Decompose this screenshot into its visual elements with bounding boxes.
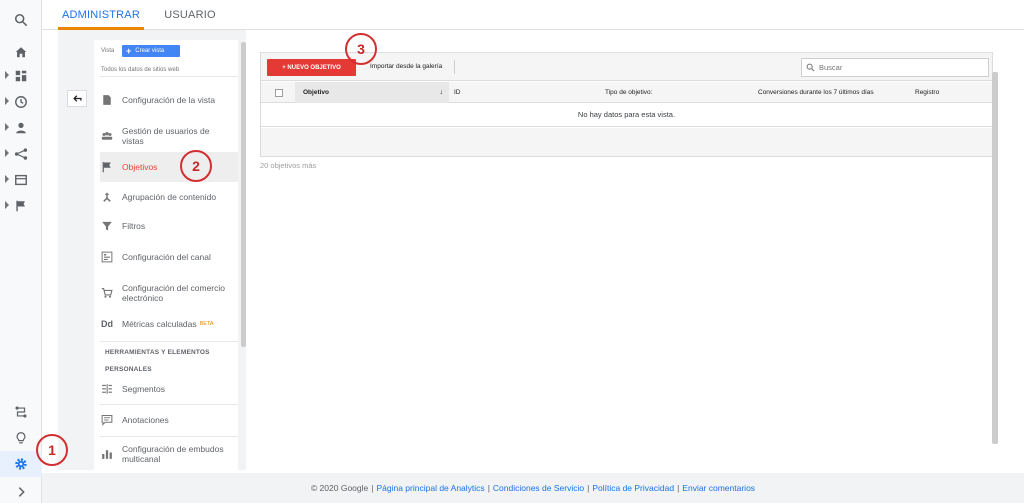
tab-administrar[interactable]: ADMINISTRAR [58,0,144,30]
import-from-gallery-link[interactable]: Importar desde la galería [370,63,442,70]
create-view-button[interactable]: + Crear vista [122,45,180,57]
conversions-icon[interactable] [0,194,42,218]
footer-copyright: © 2020 Google [310,483,369,493]
new-goal-button[interactable]: + NUEVO OBJETIVO [267,59,356,76]
search-icon [806,63,815,72]
section-heading-tools: HERRAMIENTAS Y ELEMENTOS [105,349,210,356]
realtime-icon[interactable] [0,90,42,114]
menu-divider [100,76,238,77]
toolbar-separator [454,60,455,74]
behavior-icon[interactable] [0,168,42,192]
menu-item-ecommerce-settings[interactable]: Configuración del comercio electrónico [100,278,238,308]
filter-icon [100,219,114,233]
channel-icon [100,250,114,264]
select-all-checkbox[interactable] [275,82,283,103]
cart-icon [100,286,114,300]
admin-gear-icon[interactable] [0,451,42,477]
table-footer [261,128,992,156]
menu-item-channel-settings[interactable]: Configuración del canal [100,243,238,271]
search-input[interactable] [819,63,979,72]
menu-item-label: Agrupación de contenido [122,192,217,202]
footer-link-analytics-home[interactable]: Página principal de Analytics [376,483,484,493]
merge-icon [100,190,114,204]
beta-badge: BETA [199,321,214,327]
expand-icon[interactable] [0,480,42,503]
menu-scrollbar[interactable] [241,42,246,347]
column-registro[interactable]: Registro [915,82,939,103]
annotation-icon [100,413,114,427]
search-box [801,58,989,77]
table-header: Objetivo ↓ ID Tipo de objetivo: Conversi… [261,82,992,103]
column-goal-type[interactable]: Tipo de objetivo: [605,82,652,103]
menu-divider [100,341,238,342]
admin-tabs: ADMINISTRAR USUARIO [42,0,1024,30]
menu-item-calculated-metrics[interactable]: Dd Métricas calculadas BETA [100,312,238,336]
section-heading-tools-2: PERSONALES [105,366,152,373]
menu-item-user-management[interactable]: Gestión de usuarios de vistas [100,120,238,152]
customization-icon[interactable] [0,64,42,88]
menu-item-label: Métricas calculadas [122,319,197,329]
menu-item-label: Gestión de usuarios de vistas [122,126,210,146]
users-icon [100,129,114,143]
audience-icon[interactable] [0,116,42,140]
menu-item-goals[interactable]: Objetivos [100,152,238,182]
footer-link-feedback[interactable]: Enviar comentarios [682,483,755,493]
column-conversions[interactable]: Conversiones durante los 7 últimos días [758,82,874,103]
create-view-label: Crear vista [135,48,165,54]
annotation-badge-1: 1 [36,434,68,466]
plus-icon: + [126,45,132,56]
search-icon[interactable] [0,8,42,32]
menu-item-label: Filtros [122,221,146,231]
footer-link-privacy[interactable]: Política de Privacidad [592,483,674,493]
menu-item-annotations[interactable]: Anotaciones [100,408,238,432]
menu-item-label: Configuración de la vista [122,95,216,105]
menu-item-label: Segmentos [122,384,165,394]
annotation-badge-3: 3 [345,33,377,65]
bar-chart-icon [100,447,114,461]
column-id[interactable]: ID [454,82,461,103]
menu-item-multichannel-funnels[interactable]: Configuración de embudos multicanal [100,439,238,469]
goals-table-panel: + NUEVO OBJETIVO Importar desde la galer… [260,52,993,157]
menu-item-label: Objetivos [122,162,158,172]
page-footer: © 2020 Google | Página principal de Analy… [42,473,1024,503]
left-nav-rail [0,0,42,503]
document-icon [100,93,114,107]
main-scrollbar[interactable] [992,72,998,444]
segments-icon [100,382,114,396]
view-selector-value[interactable]: Todos los datos de sitios web [101,67,179,73]
sort-down-icon: ↓ [439,89,444,96]
column-objetivo[interactable]: Objetivo ↓ [295,82,449,103]
menu-item-label: Configuración del comercio electrónico [122,283,225,303]
annotation-badge-2: 2 [180,150,212,182]
menu-item-label: Configuración del canal [122,252,211,262]
tab-usuario[interactable]: USUARIO [152,0,228,30]
menu-divider [100,404,238,405]
menu-item-content-grouping[interactable]: Agrupación de contenido [100,184,238,210]
home-icon[interactable] [0,40,42,64]
dd-metrics-icon: Dd [101,319,113,329]
menu-item-segments[interactable]: Segmentos [100,377,238,401]
empty-table-message: No hay datos para esta vista. [261,103,992,127]
back-arrow-icon[interactable] [67,90,87,107]
menu-divider [100,436,238,437]
attribution-icon[interactable] [0,400,42,424]
footer-link-terms[interactable]: Condiciones de Servicio [493,483,584,493]
menu-item-view-settings[interactable]: Configuración de la vista [100,86,238,114]
menu-item-filters[interactable]: Filtros [100,213,238,239]
remaining-goals-count: 20 objetivos más [260,161,317,170]
view-label: Vista [101,48,115,54]
menu-item-label: Anotaciones [122,415,169,425]
menu-item-label: Configuración de embudos multicanal [122,444,224,464]
flag-icon [100,160,114,174]
acquisition-icon[interactable] [0,142,42,166]
